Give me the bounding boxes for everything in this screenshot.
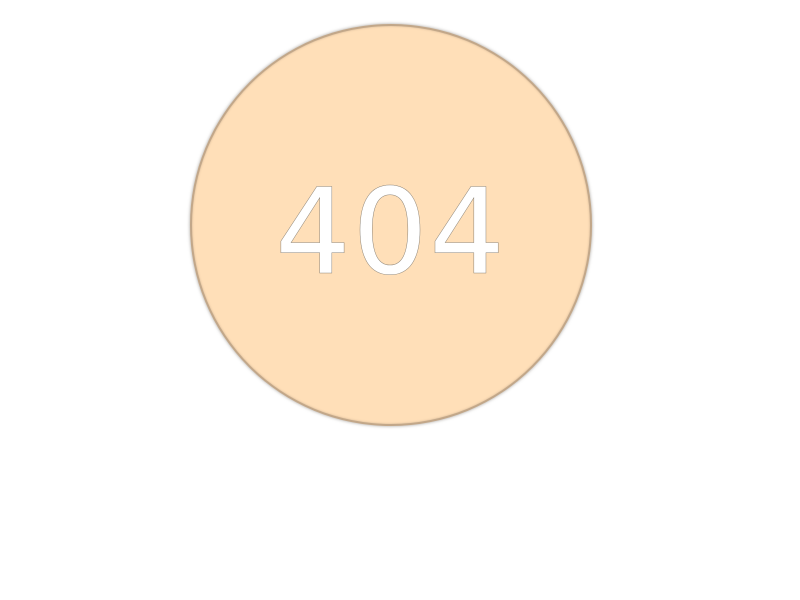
error-page: 404: [0, 0, 800, 600]
error-code: 404: [275, 163, 507, 301]
error-circle: 404: [190, 24, 592, 426]
